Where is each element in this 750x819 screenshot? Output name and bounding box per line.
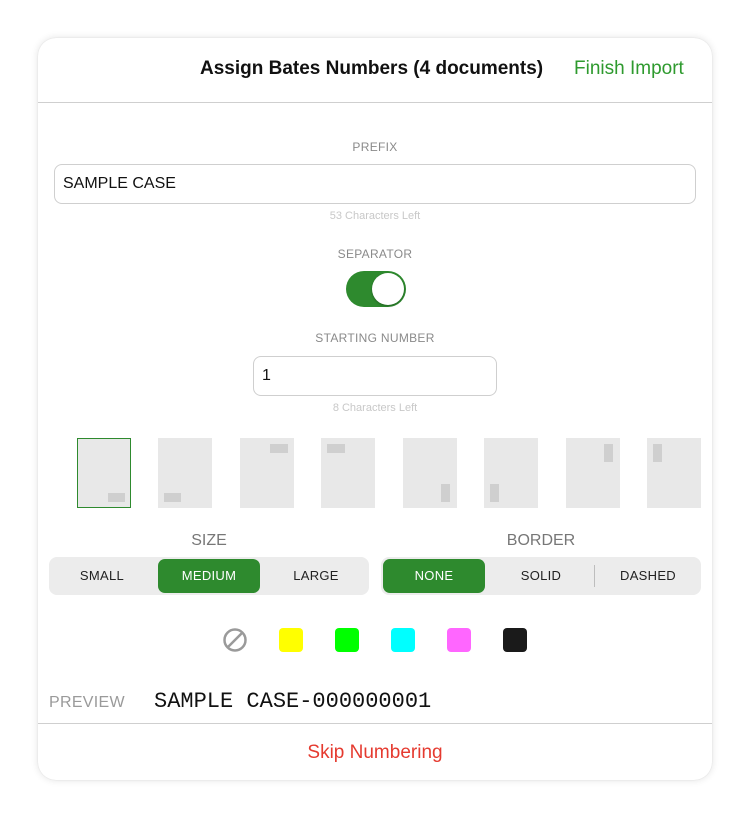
color-swatch-green[interactable]: [335, 628, 359, 652]
border-label: BORDER: [506, 532, 576, 549]
position-option-top-right[interactable]: [240, 438, 294, 508]
segment-divider: [594, 565, 595, 587]
skip-numbering-button[interactable]: Skip Numbering: [38, 742, 712, 764]
position-option-left-top-vertical[interactable]: [647, 438, 701, 508]
starting-number-caption: STARTING NUMBER: [315, 331, 435, 345]
border-option-dashed[interactable]: DASHED: [597, 559, 699, 593]
color-swatch-cyan[interactable]: [391, 628, 415, 652]
position-option-bottom-right[interactable]: [77, 438, 131, 508]
position-option-left-bottom-vertical[interactable]: [484, 438, 538, 508]
separator-caption: SEPARATOR: [337, 247, 413, 261]
stamp-marker: [441, 484, 450, 502]
border-option-none[interactable]: NONE: [383, 559, 485, 593]
size-option-large[interactable]: LARGE: [265, 559, 367, 593]
toggle-knob: [372, 273, 404, 305]
stamp-marker: [604, 444, 613, 462]
prefix-caption: PREFIX: [352, 140, 398, 154]
size-label: SIZE: [191, 532, 227, 549]
color-swatch-yellow[interactable]: [279, 628, 303, 652]
no-color-icon[interactable]: [222, 627, 248, 653]
stamp-marker: [108, 493, 125, 502]
dialog-header: Assign Bates Numbers (4 documents) Finis…: [38, 38, 712, 103]
preview-value: SAMPLE CASE-000000001: [154, 689, 432, 714]
border-option-solid[interactable]: SOLID: [490, 559, 592, 593]
color-swatch-magenta[interactable]: [447, 628, 471, 652]
stamp-marker: [270, 444, 288, 453]
prefix-characters-left: 53 Characters Left: [329, 210, 421, 222]
size-option-small[interactable]: SMALL: [51, 559, 153, 593]
border-segmented-control: NONE SOLID DASHED: [381, 557, 701, 595]
stamp-marker: [164, 493, 181, 502]
starting-number-characters-left: 8 Characters Left: [332, 402, 418, 414]
dialog-footer: Skip Numbering: [38, 723, 712, 780]
size-segmented-control: SMALL MEDIUM LARGE: [49, 557, 369, 595]
stamp-marker: [327, 444, 345, 453]
position-option-right-top-vertical[interactable]: [566, 438, 620, 508]
position-option-top-left[interactable]: [321, 438, 375, 508]
position-option-right-bottom-vertical[interactable]: [403, 438, 457, 508]
dialog-title: Assign Bates Numbers (4 documents): [200, 58, 544, 79]
separator-toggle[interactable]: [346, 271, 406, 307]
size-option-medium[interactable]: MEDIUM: [158, 559, 260, 593]
bates-numbering-dialog: Assign Bates Numbers (4 documents) Finis…: [38, 38, 712, 780]
stamp-marker: [490, 484, 499, 502]
stamp-marker: [653, 444, 662, 462]
preview-label: PREVIEW: [49, 694, 125, 711]
finish-import-button[interactable]: Finish Import: [574, 58, 684, 80]
starting-number-input[interactable]: [253, 356, 497, 396]
color-swatch-black[interactable]: [503, 628, 527, 652]
position-option-bottom-left[interactable]: [158, 438, 212, 508]
prefix-input[interactable]: [54, 164, 696, 204]
